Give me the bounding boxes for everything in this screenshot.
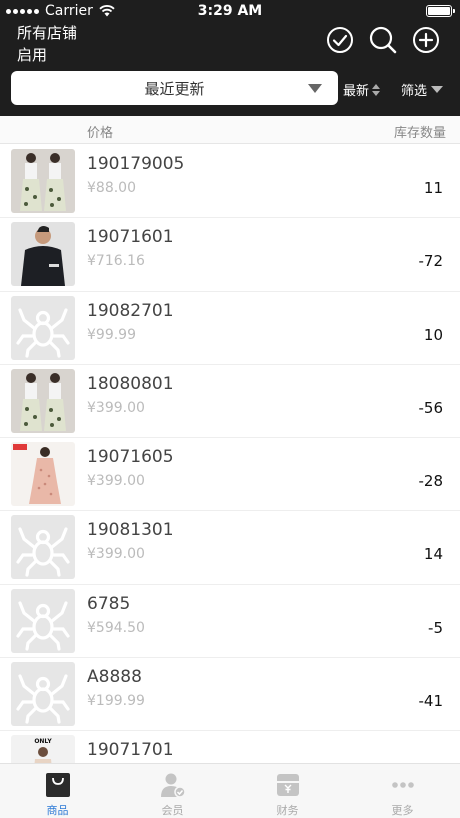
- product-price: ¥88.00: [87, 180, 136, 196]
- product-thumbnail: [11, 662, 75, 727]
- product-row[interactable]: 19081301 ¥399.00 14: [0, 511, 460, 585]
- product-price: ¥99.99: [87, 326, 136, 343]
- filter-arrow-icon: [431, 86, 444, 93]
- product-row[interactable]: 19071605 ¥399.00 -28: [0, 438, 460, 512]
- product-row[interactable]: 19071601 ¥716.16 -72: [0, 218, 460, 292]
- product-stock: -41: [418, 692, 444, 711]
- product-code: 19071601: [87, 227, 174, 248]
- product-code: 18080801: [87, 373, 174, 394]
- product-price: ¥716.16: [87, 253, 145, 270]
- battery-icon: [426, 5, 455, 17]
- product-code: 19082701: [87, 300, 174, 321]
- sort-updown-icon: [372, 83, 381, 96]
- product-stock: -5: [428, 618, 443, 637]
- product-thumbnail: [11, 368, 75, 433]
- tab-finance[interactable]: 财务: [230, 764, 345, 818]
- product-code: A8888: [87, 667, 142, 688]
- product-stock: 11: [423, 179, 443, 197]
- latest-label: 最新: [343, 84, 370, 99]
- product-price: ¥399.00: [87, 399, 145, 416]
- status-time: 3:29 AM: [197, 3, 263, 19]
- top-nav: 所有店铺 启用 最近更新 最新 筛选: [0, 22, 460, 116]
- product-price: ¥399.00: [87, 546, 145, 563]
- product-code: 190179005: [87, 154, 185, 174]
- product-row[interactable]: 19082701 ¥99.99 10: [0, 292, 460, 365]
- price-column-label: 价格: [87, 126, 114, 141]
- product-list: 190179005 ¥88.00 11 19071601 ¥716.16 -72 19082…: [0, 145, 460, 805]
- product-thumbnail: [11, 149, 75, 213]
- check-circle-icon[interactable]: [326, 26, 354, 54]
- latest-sort-button[interactable]: 最新: [343, 80, 381, 99]
- product-price: ¥399.00: [87, 473, 145, 490]
- member-icon: [160, 773, 186, 798]
- product-stock: 14: [423, 545, 443, 564]
- product-code: 19071605: [87, 447, 174, 468]
- store-state: 启用: [17, 46, 48, 64]
- dropdown-arrow-icon: [308, 84, 322, 93]
- product-code: 6785: [87, 593, 131, 614]
- product-stock: 10: [423, 325, 443, 344]
- stock-column-label: 库存数量: [393, 126, 446, 141]
- tab-members[interactable]: 会员: [115, 764, 230, 818]
- tab-label: 更多: [391, 804, 414, 817]
- product-row[interactable]: A8888 ¥199.99 -41: [0, 658, 460, 732]
- product-price: ¥199.99: [87, 693, 145, 710]
- product-code: 19071701: [87, 740, 174, 761]
- product-code: 19081301: [87, 520, 174, 541]
- filter-label: 筛选: [401, 84, 428, 99]
- tab-more[interactable]: 更多: [345, 764, 460, 818]
- product-price: ¥594.50: [87, 619, 145, 636]
- product-row[interactable]: 190179005 ¥88.00 11: [0, 145, 460, 219]
- product-thumbnail: [11, 442, 75, 507]
- add-circle-icon[interactable]: [412, 26, 440, 54]
- tab-label: 商品: [46, 804, 69, 817]
- product-row[interactable]: 18080801 ¥399.00 -56: [0, 365, 460, 439]
- tab-label: 财务: [276, 804, 299, 817]
- product-thumbnail: [11, 588, 75, 653]
- more-icon: [391, 782, 414, 788]
- bag-icon: [45, 773, 70, 797]
- sort-dropdown[interactable]: 最近更新: [11, 71, 338, 105]
- product-row[interactable]: 6785 ¥594.50 -5: [0, 585, 460, 659]
- store-name: 所有店铺: [17, 24, 78, 42]
- search-icon[interactable]: [369, 26, 397, 54]
- product-stock: -56: [418, 398, 444, 417]
- filter-button[interactable]: 筛选: [401, 80, 444, 99]
- product-stock: -28: [418, 472, 444, 491]
- product-thumbnail: [11, 515, 75, 580]
- svg-text:ONLY: ONLY: [34, 738, 52, 745]
- product-stock: -72: [418, 252, 444, 271]
- tab-products[interactable]: 商品: [0, 764, 115, 818]
- sort-label: 最近更新: [144, 80, 205, 98]
- store-selector[interactable]: 所有店铺 启用: [17, 22, 77, 66]
- finance-icon: [276, 774, 299, 796]
- product-thumbnail: [11, 295, 75, 360]
- tab-label: 会员: [161, 804, 184, 817]
- column-header: 价格 库存数量: [0, 116, 460, 144]
- product-thumbnail: [11, 222, 75, 287]
- status-bar: Carrier 3:29 AM: [0, 0, 460, 22]
- nav-actions: [326, 26, 440, 54]
- tab-bar: 商品 会员 财务 更多: [0, 763, 460, 818]
